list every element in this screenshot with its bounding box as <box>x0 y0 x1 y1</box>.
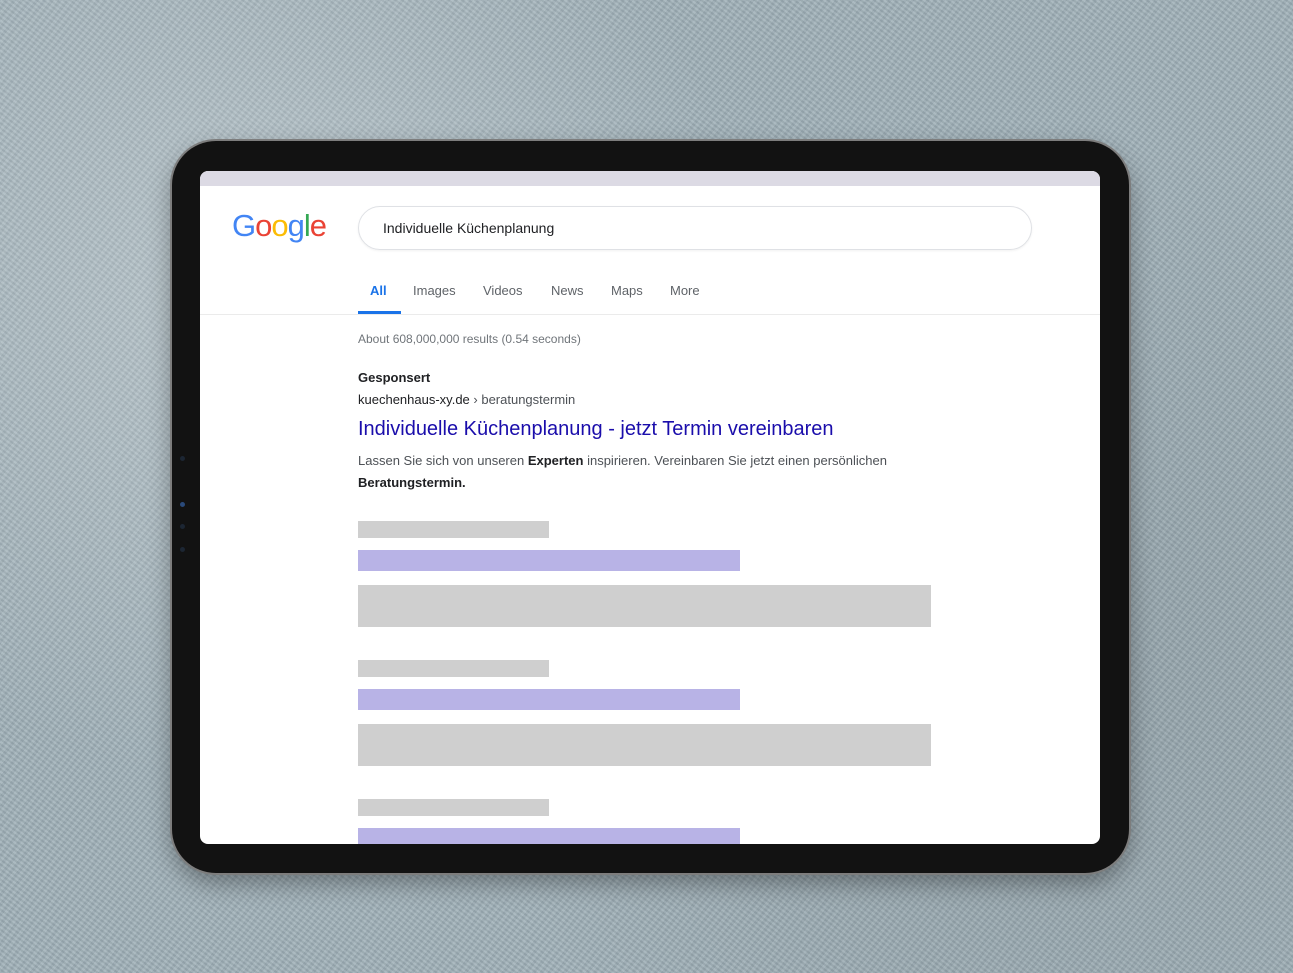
tab-videos[interactable]: Videos <box>483 283 523 298</box>
tab-images[interactable]: Images <box>413 283 456 298</box>
logo-letter: G <box>232 208 256 243</box>
logo-letter: e <box>309 208 327 243</box>
ad-desc-bold: Beratungstermin. <box>358 475 466 490</box>
placeholder-description <box>358 724 931 766</box>
ad-path: beratungstermin <box>481 392 576 407</box>
sensor-dot <box>180 524 185 529</box>
placeholder-url <box>358 521 549 538</box>
google-logo[interactable]: Google <box>232 208 327 244</box>
results-stats: About 608,000,000 results (0.54 seconds) <box>358 332 581 346</box>
tab-news[interactable]: News <box>551 283 584 298</box>
placeholder-title[interactable] <box>358 828 740 844</box>
tab-maps[interactable]: Maps <box>611 283 643 298</box>
ad-domain: kuechenhaus-xy.de <box>358 392 470 407</box>
placeholder-description <box>358 585 931 627</box>
logo-letter: o <box>255 208 272 243</box>
ad-description: Lassen Sie sich von unseren Experten ins… <box>358 450 978 494</box>
search-input[interactable]: Individuelle Küchenplanung <box>358 206 1032 250</box>
sensor-dot <box>180 547 185 552</box>
camera-lens <box>180 502 185 507</box>
status-bar <box>200 171 1100 186</box>
placeholder-title[interactable] <box>358 689 740 710</box>
logo-letter: g <box>287 208 305 243</box>
breadcrumb-separator: › <box>469 392 482 407</box>
ad-desc-bold: Experten <box>527 453 584 468</box>
ad-desc-text: Lassen Sie sich von unseren <box>358 453 528 468</box>
placeholder-title[interactable] <box>358 550 740 571</box>
ad-url[interactable]: kuechenhaus-xy.de › beratungstermin <box>358 392 575 407</box>
tab-more[interactable]: More <box>670 283 700 298</box>
ad-title-link[interactable]: Individuelle Küchenplanung - jetzt Termi… <box>358 418 833 441</box>
sponsored-label: Gesponsert <box>358 370 431 385</box>
camera-dot <box>180 456 185 461</box>
search-query: Individuelle Küchenplanung <box>383 220 555 236</box>
header-divider <box>200 314 1100 315</box>
placeholder-url <box>358 660 549 677</box>
tab-all[interactable]: All <box>370 283 387 298</box>
logo-letter: o <box>271 208 288 243</box>
ad-desc-text: inspirieren. Vereinbaren Sie jetzt einen… <box>583 453 887 468</box>
tablet-frame: Google Individuelle Küchenplanung All Im… <box>172 141 1129 873</box>
browser-screen: Google Individuelle Küchenplanung All Im… <box>200 171 1100 844</box>
placeholder-url <box>358 799 549 816</box>
